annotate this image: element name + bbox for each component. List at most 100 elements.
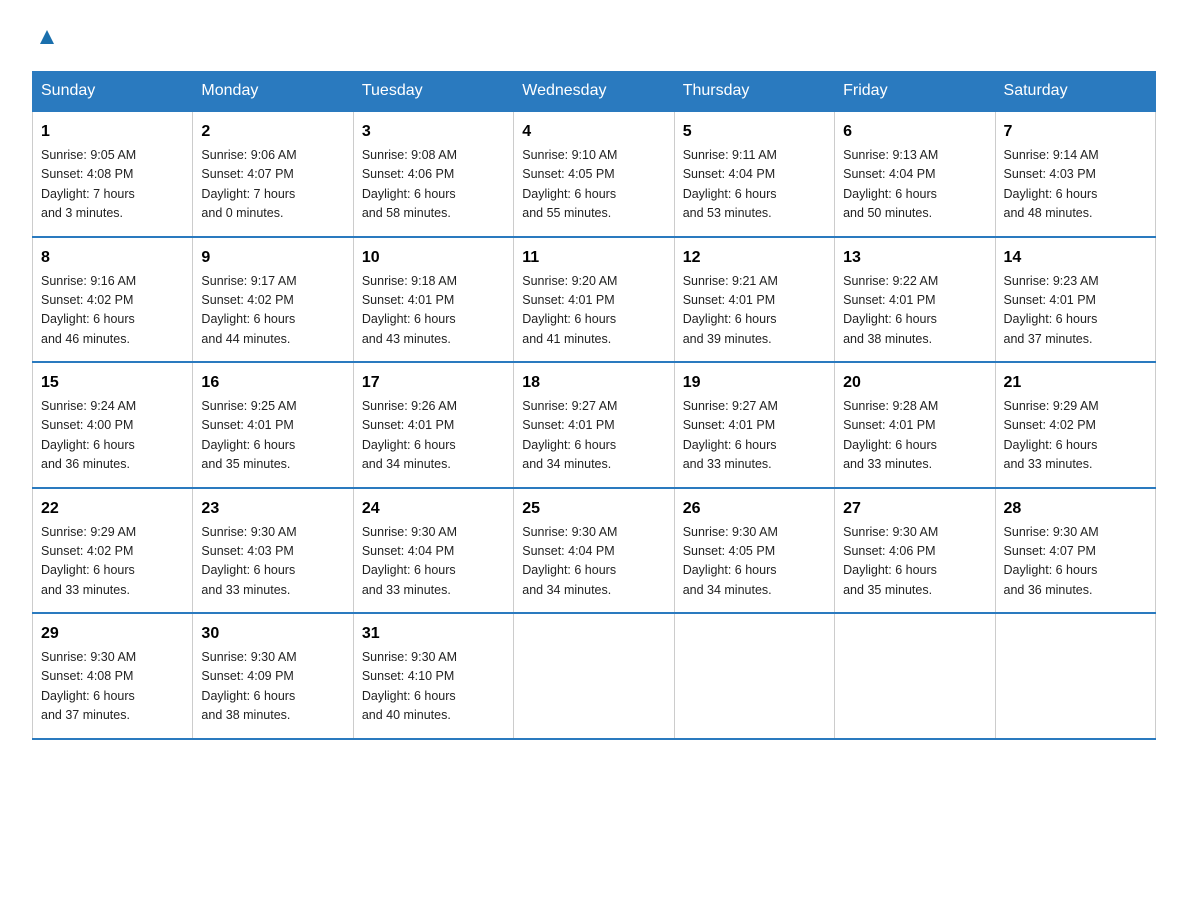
day-number: 28 xyxy=(1004,497,1147,521)
day-header-wednesday: Wednesday xyxy=(514,72,674,112)
day-info: Sunrise: 9:20 AMSunset: 4:01 PMDaylight:… xyxy=(522,272,665,350)
day-info: Sunrise: 9:30 AMSunset: 4:10 PMDaylight:… xyxy=(362,648,505,726)
calendar-week-3: 15Sunrise: 9:24 AMSunset: 4:00 PMDayligh… xyxy=(33,362,1156,488)
calendar-week-2: 8Sunrise: 9:16 AMSunset: 4:02 PMDaylight… xyxy=(33,237,1156,363)
day-number: 8 xyxy=(41,246,184,270)
day-number: 6 xyxy=(843,120,986,144)
day-number: 26 xyxy=(683,497,826,521)
day-info: Sunrise: 9:30 AMSunset: 4:09 PMDaylight:… xyxy=(201,648,344,726)
day-number: 14 xyxy=(1004,246,1147,270)
day-info: Sunrise: 9:29 AMSunset: 4:02 PMDaylight:… xyxy=(1004,397,1147,475)
day-info: Sunrise: 9:28 AMSunset: 4:01 PMDaylight:… xyxy=(843,397,986,475)
day-info: Sunrise: 9:05 AMSunset: 4:08 PMDaylight:… xyxy=(41,146,184,224)
day-info: Sunrise: 9:26 AMSunset: 4:01 PMDaylight:… xyxy=(362,397,505,475)
calendar-day xyxy=(995,613,1155,739)
calendar-day: 17Sunrise: 9:26 AMSunset: 4:01 PMDayligh… xyxy=(353,362,513,488)
calendar-day: 22Sunrise: 9:29 AMSunset: 4:02 PMDayligh… xyxy=(33,488,193,614)
day-info: Sunrise: 9:14 AMSunset: 4:03 PMDaylight:… xyxy=(1004,146,1147,224)
calendar-day: 4Sunrise: 9:10 AMSunset: 4:05 PMDaylight… xyxy=(514,111,674,237)
calendar-day xyxy=(514,613,674,739)
day-info: Sunrise: 9:30 AMSunset: 4:06 PMDaylight:… xyxy=(843,523,986,601)
calendar-day: 7Sunrise: 9:14 AMSunset: 4:03 PMDaylight… xyxy=(995,111,1155,237)
calendar-day: 23Sunrise: 9:30 AMSunset: 4:03 PMDayligh… xyxy=(193,488,353,614)
calendar-day: 11Sunrise: 9:20 AMSunset: 4:01 PMDayligh… xyxy=(514,237,674,363)
day-number: 3 xyxy=(362,120,505,144)
day-info: Sunrise: 9:30 AMSunset: 4:03 PMDaylight:… xyxy=(201,523,344,601)
day-header-saturday: Saturday xyxy=(995,72,1155,112)
day-number: 5 xyxy=(683,120,826,144)
day-info: Sunrise: 9:06 AMSunset: 4:07 PMDaylight:… xyxy=(201,146,344,224)
calendar-day: 29Sunrise: 9:30 AMSunset: 4:08 PMDayligh… xyxy=(33,613,193,739)
day-number: 2 xyxy=(201,120,344,144)
day-info: Sunrise: 9:11 AMSunset: 4:04 PMDaylight:… xyxy=(683,146,826,224)
calendar-day: 21Sunrise: 9:29 AMSunset: 4:02 PMDayligh… xyxy=(995,362,1155,488)
calendar-day: 5Sunrise: 9:11 AMSunset: 4:04 PMDaylight… xyxy=(674,111,834,237)
calendar-day: 9Sunrise: 9:17 AMSunset: 4:02 PMDaylight… xyxy=(193,237,353,363)
calendar-day: 2Sunrise: 9:06 AMSunset: 4:07 PMDaylight… xyxy=(193,111,353,237)
day-number: 15 xyxy=(41,371,184,395)
day-number: 13 xyxy=(843,246,986,270)
day-number: 10 xyxy=(362,246,505,270)
day-info: Sunrise: 9:30 AMSunset: 4:04 PMDaylight:… xyxy=(362,523,505,601)
calendar-day: 28Sunrise: 9:30 AMSunset: 4:07 PMDayligh… xyxy=(995,488,1155,614)
day-info: Sunrise: 9:13 AMSunset: 4:04 PMDaylight:… xyxy=(843,146,986,224)
day-info: Sunrise: 9:25 AMSunset: 4:01 PMDaylight:… xyxy=(201,397,344,475)
day-number: 19 xyxy=(683,371,826,395)
day-header-friday: Friday xyxy=(835,72,995,112)
day-info: Sunrise: 9:08 AMSunset: 4:06 PMDaylight:… xyxy=(362,146,505,224)
calendar-day: 12Sunrise: 9:21 AMSunset: 4:01 PMDayligh… xyxy=(674,237,834,363)
day-number: 22 xyxy=(41,497,184,521)
calendar-week-1: 1Sunrise: 9:05 AMSunset: 4:08 PMDaylight… xyxy=(33,111,1156,237)
day-number: 21 xyxy=(1004,371,1147,395)
calendar-day: 8Sunrise: 9:16 AMSunset: 4:02 PMDaylight… xyxy=(33,237,193,363)
calendar-day: 3Sunrise: 9:08 AMSunset: 4:06 PMDaylight… xyxy=(353,111,513,237)
calendar-day: 16Sunrise: 9:25 AMSunset: 4:01 PMDayligh… xyxy=(193,362,353,488)
day-number: 12 xyxy=(683,246,826,270)
day-info: Sunrise: 9:10 AMSunset: 4:05 PMDaylight:… xyxy=(522,146,665,224)
day-header-sunday: Sunday xyxy=(33,72,193,112)
day-number: 4 xyxy=(522,120,665,144)
day-number: 17 xyxy=(362,371,505,395)
calendar-day: 6Sunrise: 9:13 AMSunset: 4:04 PMDaylight… xyxy=(835,111,995,237)
day-number: 11 xyxy=(522,246,665,270)
day-info: Sunrise: 9:30 AMSunset: 4:08 PMDaylight:… xyxy=(41,648,184,726)
day-number: 24 xyxy=(362,497,505,521)
day-number: 1 xyxy=(41,120,184,144)
calendar-day: 30Sunrise: 9:30 AMSunset: 4:09 PMDayligh… xyxy=(193,613,353,739)
calendar-day: 19Sunrise: 9:27 AMSunset: 4:01 PMDayligh… xyxy=(674,362,834,488)
day-info: Sunrise: 9:30 AMSunset: 4:04 PMDaylight:… xyxy=(522,523,665,601)
day-number: 16 xyxy=(201,371,344,395)
calendar-day: 1Sunrise: 9:05 AMSunset: 4:08 PMDaylight… xyxy=(33,111,193,237)
calendar-day xyxy=(674,613,834,739)
calendar-day: 31Sunrise: 9:30 AMSunset: 4:10 PMDayligh… xyxy=(353,613,513,739)
day-number: 20 xyxy=(843,371,986,395)
day-info: Sunrise: 9:16 AMSunset: 4:02 PMDaylight:… xyxy=(41,272,184,350)
logo-triangle-icon xyxy=(36,26,58,53)
day-number: 30 xyxy=(201,622,344,646)
day-number: 27 xyxy=(843,497,986,521)
day-number: 31 xyxy=(362,622,505,646)
day-header-monday: Monday xyxy=(193,72,353,112)
calendar-day: 14Sunrise: 9:23 AMSunset: 4:01 PMDayligh… xyxy=(995,237,1155,363)
day-header-thursday: Thursday xyxy=(674,72,834,112)
day-info: Sunrise: 9:30 AMSunset: 4:05 PMDaylight:… xyxy=(683,523,826,601)
calendar-body: 1Sunrise: 9:05 AMSunset: 4:08 PMDaylight… xyxy=(33,111,1156,739)
calendar-day: 27Sunrise: 9:30 AMSunset: 4:06 PMDayligh… xyxy=(835,488,995,614)
day-info: Sunrise: 9:30 AMSunset: 4:07 PMDaylight:… xyxy=(1004,523,1147,601)
calendar-day: 18Sunrise: 9:27 AMSunset: 4:01 PMDayligh… xyxy=(514,362,674,488)
day-header-tuesday: Tuesday xyxy=(353,72,513,112)
calendar-day: 26Sunrise: 9:30 AMSunset: 4:05 PMDayligh… xyxy=(674,488,834,614)
day-info: Sunrise: 9:27 AMSunset: 4:01 PMDaylight:… xyxy=(683,397,826,475)
day-number: 9 xyxy=(201,246,344,270)
logo xyxy=(32,24,58,51)
day-number: 29 xyxy=(41,622,184,646)
calendar-table: SundayMondayTuesdayWednesdayThursdayFrid… xyxy=(32,71,1156,740)
day-info: Sunrise: 9:24 AMSunset: 4:00 PMDaylight:… xyxy=(41,397,184,475)
calendar-day: 10Sunrise: 9:18 AMSunset: 4:01 PMDayligh… xyxy=(353,237,513,363)
calendar-week-5: 29Sunrise: 9:30 AMSunset: 4:08 PMDayligh… xyxy=(33,613,1156,739)
day-number: 23 xyxy=(201,497,344,521)
header-row: SundayMondayTuesdayWednesdayThursdayFrid… xyxy=(33,72,1156,112)
day-number: 25 xyxy=(522,497,665,521)
calendar-day: 13Sunrise: 9:22 AMSunset: 4:01 PMDayligh… xyxy=(835,237,995,363)
day-number: 7 xyxy=(1004,120,1147,144)
